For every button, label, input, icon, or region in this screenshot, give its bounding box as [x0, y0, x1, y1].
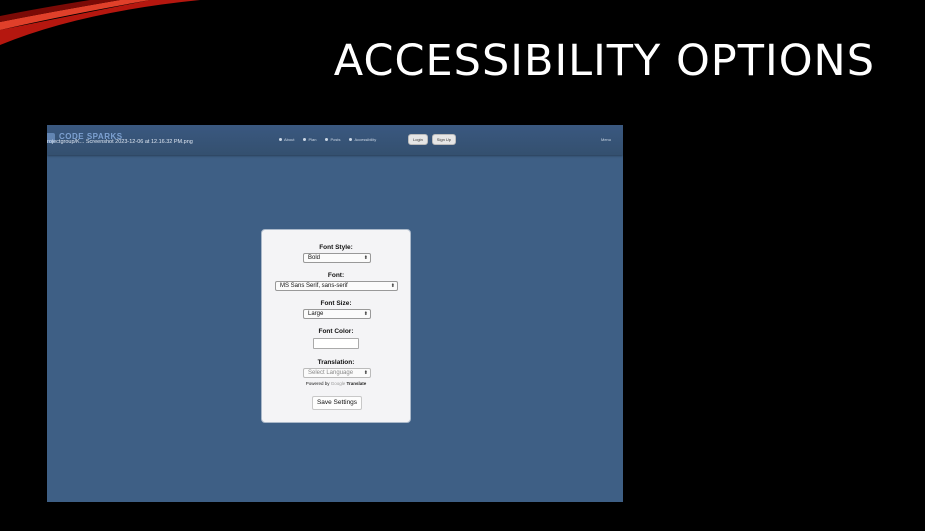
font-label: Font: — [327, 272, 345, 279]
nav-icon — [303, 138, 307, 141]
nav-item-about[interactable]: About — [279, 137, 294, 142]
login-button[interactable]: Login — [408, 134, 428, 145]
font-size-select[interactable]: Large ⬍ — [303, 309, 371, 319]
nav-icon — [325, 138, 329, 141]
nav-item-label: Posts — [330, 137, 341, 142]
signup-button[interactable]: Sign Up — [431, 134, 457, 145]
font-style-value: Bold — [308, 255, 321, 261]
chevron-updown-icon: ⬍ — [390, 283, 395, 289]
font-select[interactable]: MS Sans Serif, sans-serif ⬍ — [275, 281, 398, 291]
chevron-updown-icon: ⬍ — [363, 311, 368, 317]
decorative-swoosh — [0, 0, 200, 45]
chevron-updown-icon: ⬍ — [363, 255, 368, 261]
font-style-label: Font Style: — [319, 244, 353, 251]
nav-item-label: Accessibility — [354, 137, 377, 142]
translate-label: Translate — [346, 381, 367, 386]
font-size-label: Font Size: — [320, 300, 352, 307]
app-topbar: CODE SPARKS rojectgroup/K... Screenshot … — [47, 125, 623, 155]
main-nav: About Plan Posts Accessibility — [279, 137, 376, 142]
nav-icon — [349, 138, 353, 141]
powered-prefix: Powered by — [305, 381, 330, 386]
language-select[interactable]: Select Language ⬍ — [303, 368, 371, 378]
translation-label: Translation: — [317, 359, 355, 366]
google-logo[interactable]: Google — [331, 381, 346, 386]
powered-by-google-translate: Powered by Google Translate — [262, 381, 410, 386]
accessibility-settings-panel: Font Style: Bold ⬍ Font: MS Sans Serif, … — [261, 229, 411, 423]
chevron-updown-icon: ⬍ — [363, 370, 368, 376]
auth-buttons: Login Sign Up — [408, 134, 457, 145]
file-caption: rojectgroup/K... Screenshot 2023-12-06 a… — [47, 139, 193, 145]
menu-button[interactable]: Menu — [601, 137, 611, 142]
font-color-input[interactable] — [313, 338, 359, 349]
app-screenshot: CODE SPARKS rojectgroup/K... Screenshot … — [47, 125, 623, 502]
nav-item-plan[interactable]: Plan — [303, 137, 316, 142]
font-style-select[interactable]: Bold ⬍ — [303, 253, 371, 263]
nav-item-label: About — [284, 137, 295, 142]
nav-item-posts[interactable]: Posts — [325, 137, 340, 142]
save-settings-button[interactable]: Save Settings — [312, 396, 362, 410]
font-value: MS Sans Serif, sans-serif — [280, 283, 348, 289]
font-size-value: Large — [308, 311, 324, 317]
nav-item-label: Plan — [308, 137, 317, 142]
language-placeholder: Select Language — [308, 370, 354, 376]
font-color-label: Font Color: — [318, 328, 354, 335]
nav-item-accessibility[interactable]: Accessibility — [349, 137, 376, 142]
slide-title: ACCESSIBILITY OPTIONS — [333, 36, 875, 86]
nav-icon — [279, 138, 282, 141]
